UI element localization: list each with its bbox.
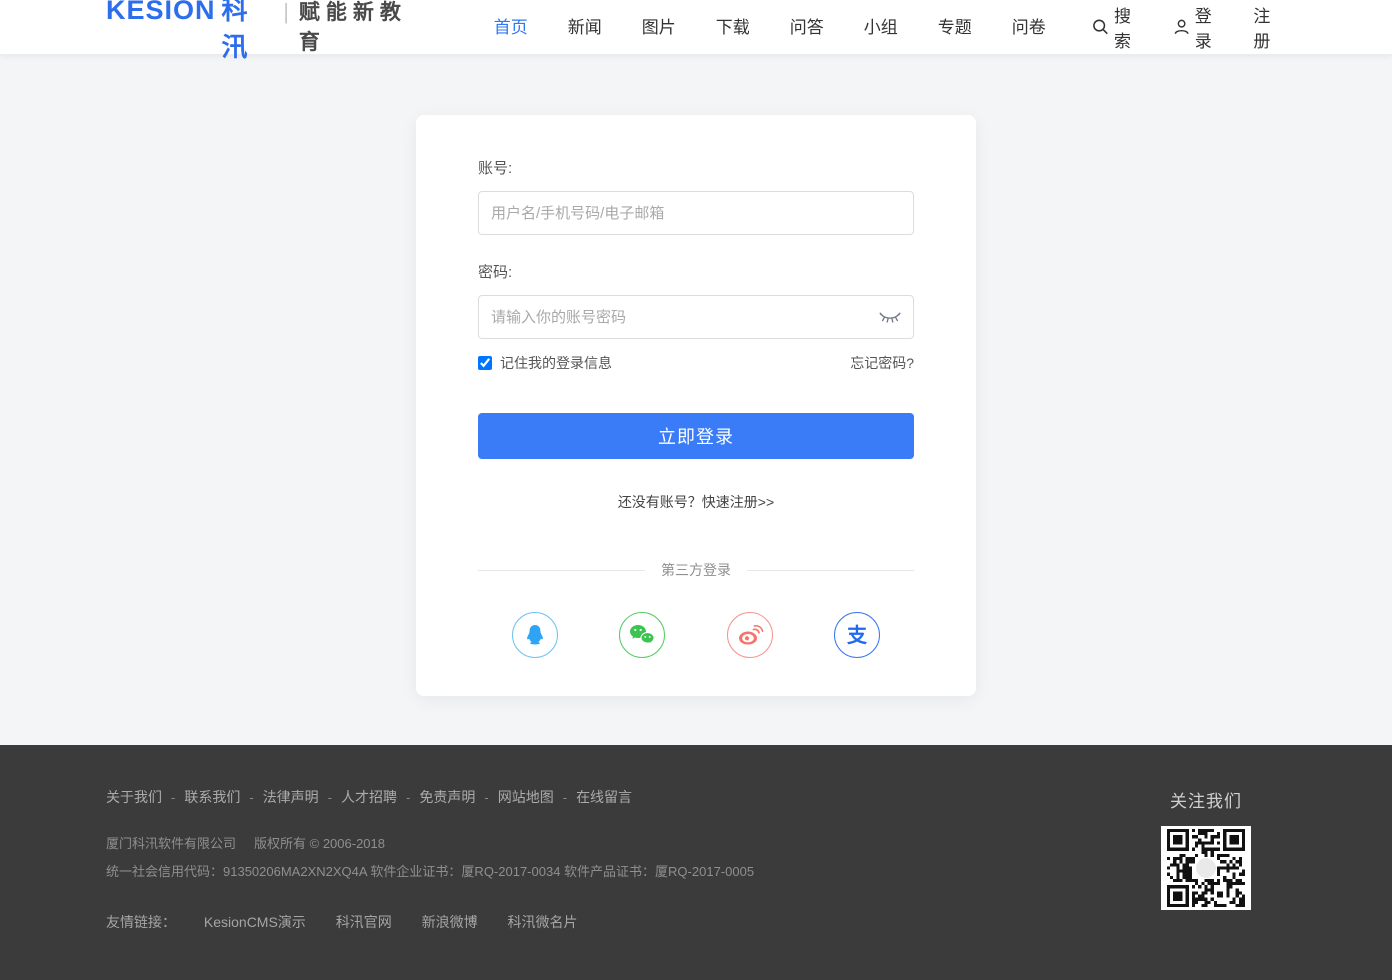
footer-link-jobs[interactable]: 人才招聘 (341, 789, 397, 805)
qr-code (1161, 826, 1251, 910)
copyright-line: 厦门科汛软件有限公司 版权所有 © 2006-2018 (106, 833, 1126, 852)
logo-tagline: 赋能新教育 (299, 0, 428, 56)
credit-code-line: 统一社会信用代码：91350206MA2XN2XQ4A 软件企业证书：厦RQ-2… (106, 861, 1126, 880)
company-name: 厦门科汛软件有限公司 (106, 836, 236, 851)
footer-link-separator: - (171, 790, 175, 805)
nav-item-qa[interactable]: 问答 (770, 0, 844, 55)
third-party-divider: 第三方登录 (478, 560, 914, 580)
nav-item-survey[interactable]: 问卷 (992, 0, 1066, 55)
remember-me-option[interactable]: 记住我的登录信息 (478, 353, 612, 373)
toggle-password-visibility-button[interactable] (878, 305, 902, 329)
login-label: 登录 (1195, 2, 1228, 52)
wechat-icon (627, 622, 657, 648)
qq-icon (521, 621, 549, 649)
social-login-row: 支 (478, 612, 914, 658)
follow-us-title: 关注我们 (1126, 787, 1286, 812)
footer-link-message[interactable]: 在线留言 (576, 789, 632, 805)
quick-register-link[interactable]: 还没有账号？快速注册>> (478, 492, 914, 512)
register-link[interactable]: 注册 (1253, 2, 1286, 52)
footer-link-sitemap[interactable]: 网站地图 (498, 789, 554, 805)
svg-text:支: 支 (847, 623, 868, 647)
nav-item-home[interactable]: 首页 (474, 0, 548, 55)
eye-closed-icon (878, 308, 902, 326)
footer-link-separator: - (249, 790, 253, 805)
footer-link-separator: - (563, 790, 567, 805)
site-logo[interactable]: KESION 科汛 | 赋能新教育 (106, 0, 428, 64)
footer-link-separator: - (328, 790, 332, 805)
nav-item-topics[interactable]: 专题 (918, 0, 992, 55)
footer-link-legal[interactable]: 法律声明 (263, 789, 319, 805)
friend-link-kesioncms-demo[interactable]: KesionCMS演示 (204, 914, 306, 930)
user-icon (1173, 18, 1190, 36)
account-input[interactable] (478, 191, 914, 235)
nav-item-pictures[interactable]: 图片 (622, 0, 696, 55)
friend-links-row: 友情链接： KesionCMS演示 科汛官网 新浪微博 科汛微名片 (106, 912, 1126, 932)
password-input[interactable] (478, 295, 914, 339)
login-submit-button[interactable]: 立即登录 (478, 413, 914, 459)
remember-me-label: 记住我的登录信息 (500, 353, 612, 373)
footer-link-disclaimer[interactable]: 免责声明 (419, 789, 475, 805)
account-label: 账号: (478, 157, 914, 178)
nav-item-downloads[interactable]: 下载 (696, 0, 770, 55)
nav-item-news[interactable]: 新闻 (548, 0, 622, 55)
logo-text-en: KESION (106, 0, 216, 26)
friend-link-kesion-site[interactable]: 科汛官网 (336, 914, 392, 930)
weibo-icon (736, 622, 764, 648)
footer-link-separator: - (406, 790, 410, 805)
nav-item-groups[interactable]: 小组 (844, 0, 918, 55)
alipay-login-button[interactable]: 支 (834, 612, 880, 658)
main-area: 账号: 密码: (0, 55, 1392, 745)
search-button[interactable]: 搜索 (1092, 2, 1147, 52)
forgot-password-link[interactable]: 忘记密码? (850, 353, 914, 373)
alipay-icon: 支 (843, 621, 871, 649)
footer-links-row: 关于我们-联系我们-法律声明-人才招聘-免责声明-网站地图-在线留言 (106, 787, 1126, 807)
qq-login-button[interactable] (512, 612, 558, 658)
friend-links-label: 友情链接： (106, 914, 176, 930)
copyright-text: 版权所有 © 2006-2018 (254, 836, 385, 851)
password-label: 密码: (478, 261, 914, 282)
logo-text-cn: 科汛 (222, 0, 272, 64)
search-label: 搜索 (1114, 2, 1147, 52)
main-nav: 首页 新闻 图片 下载 问答 小组 专题 问卷 (474, 0, 1066, 55)
footer-link-about[interactable]: 关于我们 (106, 789, 162, 805)
remember-me-checkbox[interactable] (478, 356, 492, 370)
password-field-group: 密码: (478, 261, 914, 339)
logo-separator: | (283, 0, 289, 25)
weibo-login-button[interactable] (727, 612, 773, 658)
friend-link-kesion-card[interactable]: 科汛微名片 (507, 914, 577, 930)
footer-link-contact[interactable]: 联系我们 (184, 789, 240, 805)
register-label: 注册 (1253, 2, 1286, 52)
account-field-group: 账号: (478, 157, 914, 235)
login-link[interactable]: 登录 (1173, 2, 1228, 52)
third-party-label: 第三方登录 (645, 560, 747, 580)
search-icon (1092, 18, 1109, 36)
login-card: 账号: 密码: (416, 115, 976, 696)
friend-link-sina-weibo[interactable]: 新浪微博 (422, 914, 478, 930)
top-navbar: KESION 科汛 | 赋能新教育 首页 新闻 图片 下载 问答 小组 专题 问… (0, 0, 1392, 55)
footer-link-separator: - (484, 790, 488, 805)
wechat-login-button[interactable] (619, 612, 665, 658)
page-footer: 关于我们-联系我们-法律声明-人才招聘-免责声明-网站地图-在线留言 厦门科汛软… (0, 745, 1392, 980)
